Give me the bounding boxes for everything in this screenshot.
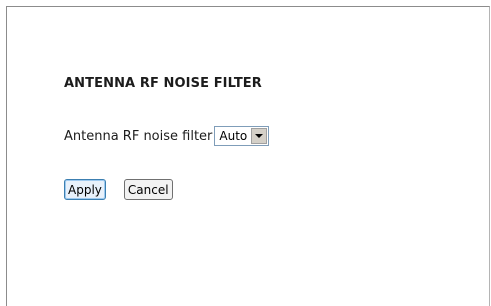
section-title: ANTENNA RF NOISE FILTER xyxy=(64,76,262,91)
action-buttons: Apply Cancel xyxy=(64,179,191,200)
dropdown-button[interactable] xyxy=(251,128,268,144)
noise-filter-row: Antenna RF noise filter Auto xyxy=(64,125,270,147)
noise-filter-label: Antenna RF noise filter xyxy=(64,128,213,144)
noise-filter-selected-value: Auto xyxy=(219,129,248,143)
settings-panel: ANTENNA RF NOISE FILTER Antenna RF noise… xyxy=(6,6,490,306)
chevron-down-icon xyxy=(255,134,264,138)
apply-button[interactable]: Apply xyxy=(64,179,106,200)
noise-filter-select[interactable]: Auto xyxy=(214,126,270,146)
cancel-button[interactable]: Cancel xyxy=(123,179,173,200)
